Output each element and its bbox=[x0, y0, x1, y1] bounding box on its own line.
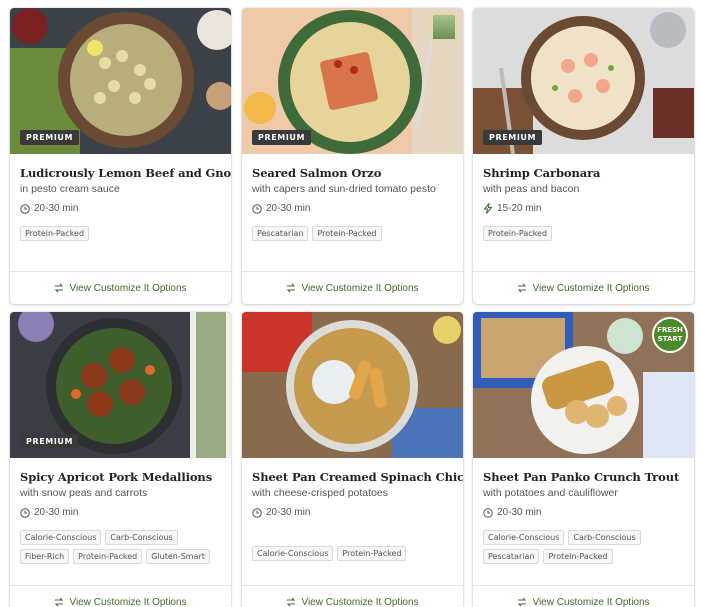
fresh-start-badge: FRESH START bbox=[652, 317, 688, 353]
cook-time: 15-20 min bbox=[483, 203, 684, 214]
customize-options-link[interactable]: View Customize It Options bbox=[10, 271, 231, 304]
recipe-card[interactable]: PREMIUM Spicy Apricot Pork Medallions wi… bbox=[10, 312, 231, 607]
recipe-card[interactable]: PREMIUM Seared Salmon Orzo with capers a… bbox=[242, 8, 463, 304]
recipe-card-body: Seared Salmon Orzo with capers and sun-d… bbox=[242, 154, 463, 271]
cook-time-label: 20-30 min bbox=[34, 203, 79, 214]
tag: Protein-Packed bbox=[312, 226, 382, 241]
tag-list: Protein-Packed bbox=[20, 226, 225, 241]
premium-badge: PREMIUM bbox=[483, 130, 543, 145]
recipe-photo[interactable]: PREMIUM bbox=[242, 8, 463, 154]
recipe-title[interactable]: Ludicrously Lemon Beef and Gnocchi bbox=[20, 166, 231, 180]
recipe-grid: PREMIUM Ludicrously Lemon Beef and Gnocc… bbox=[0, 0, 702, 607]
lightning-icon bbox=[483, 203, 493, 214]
recipe-subtitle: with potatoes and cauliflower bbox=[483, 487, 618, 499]
swap-icon bbox=[517, 283, 527, 293]
customize-options-link[interactable]: View Customize It Options bbox=[473, 585, 694, 607]
customize-options-link[interactable]: View Customize It Options bbox=[10, 585, 231, 607]
recipe-title[interactable]: Seared Salmon Orzo bbox=[252, 166, 453, 180]
tag: Gluten-Smart bbox=[146, 549, 210, 564]
swap-icon bbox=[517, 597, 527, 607]
customize-options-label: View Customize It Options bbox=[301, 596, 419, 607]
cook-time: 20-30 min bbox=[252, 507, 453, 518]
recipe-subtitle: with cheese-crisped potatoes bbox=[252, 487, 388, 499]
customize-options-label: View Customize It Options bbox=[532, 282, 650, 294]
swap-icon bbox=[286, 283, 296, 293]
clock-icon bbox=[252, 203, 262, 214]
tag: Pescatarian bbox=[483, 549, 540, 564]
customize-options-label: View Customize It Options bbox=[69, 282, 187, 294]
recipe-card[interactable]: Sheet Pan Creamed Spinach Chicken with c… bbox=[242, 312, 463, 607]
cook-time-label: 20-30 min bbox=[34, 507, 79, 518]
tag: Calorie-Conscious bbox=[483, 530, 565, 545]
recipe-title[interactable]: Sheet Pan Creamed Spinach Chicken bbox=[252, 470, 463, 484]
recipe-subtitle: with peas and bacon bbox=[483, 183, 580, 195]
clock-icon bbox=[483, 507, 493, 518]
recipe-title[interactable]: Spicy Apricot Pork Medallions bbox=[20, 470, 221, 484]
cook-time-label: 20-30 min bbox=[266, 203, 311, 214]
cook-time: 20-30 min bbox=[252, 203, 453, 214]
tag-list: Pescatarian Protein-Packed bbox=[252, 226, 457, 241]
recipe-photo[interactable]: FRESH START bbox=[473, 312, 694, 458]
tag-list: Calorie-Conscious Protein-Packed bbox=[252, 546, 457, 561]
customize-options-link[interactable]: View Customize It Options bbox=[242, 585, 463, 607]
customize-options-link[interactable]: View Customize It Options bbox=[473, 271, 694, 304]
clock-icon bbox=[20, 507, 30, 518]
customize-options-label: View Customize It Options bbox=[532, 596, 650, 607]
recipe-photo[interactable]: PREMIUM bbox=[10, 8, 231, 154]
tag: Protein-Packed bbox=[73, 549, 143, 564]
tag: Calorie-Conscious bbox=[252, 546, 334, 561]
premium-badge: PREMIUM bbox=[20, 434, 80, 449]
recipe-title[interactable]: Shrimp Carbonara bbox=[483, 166, 684, 180]
customize-options-label: View Customize It Options bbox=[301, 282, 419, 294]
swap-icon bbox=[54, 597, 64, 607]
tag: Carb-Conscious bbox=[105, 530, 178, 545]
customize-options-link[interactable]: View Customize It Options bbox=[242, 271, 463, 304]
tag-list: Calorie-Conscious Carb-Conscious Pescata… bbox=[483, 530, 688, 564]
recipe-card-body: Shrimp Carbonara with peas and bacon 15-… bbox=[473, 154, 694, 271]
recipe-photo[interactable] bbox=[242, 312, 463, 458]
recipe-subtitle: with snow peas and carrots bbox=[20, 487, 148, 499]
tag-list: Protein-Packed bbox=[483, 226, 688, 241]
customize-options-label: View Customize It Options bbox=[69, 596, 187, 607]
cook-time: 20-30 min bbox=[20, 203, 221, 214]
recipe-card[interactable]: PREMIUM Ludicrously Lemon Beef and Gnocc… bbox=[10, 8, 231, 304]
tag: Protein-Packed bbox=[543, 549, 613, 564]
tag: Protein-Packed bbox=[483, 226, 553, 241]
cook-time: 20-30 min bbox=[20, 507, 221, 518]
recipe-photo[interactable]: PREMIUM bbox=[473, 8, 694, 154]
swap-icon bbox=[286, 597, 296, 607]
tag: Protein-Packed bbox=[20, 226, 90, 241]
tag: Carb-Conscious bbox=[568, 530, 641, 545]
recipe-card[interactable]: PREMIUM Shrimp Carbonara with peas and b… bbox=[473, 8, 694, 304]
tag: Fiber-Rich bbox=[20, 549, 70, 564]
cook-time: 20-30 min bbox=[483, 507, 684, 518]
swap-icon bbox=[54, 283, 64, 293]
recipe-card[interactable]: FRESH START Sheet Pan Panko Crunch Trout… bbox=[473, 312, 694, 607]
clock-icon bbox=[20, 203, 30, 214]
tag: Calorie-Conscious bbox=[20, 530, 102, 545]
recipe-title[interactable]: Sheet Pan Panko Crunch Trout bbox=[483, 470, 684, 484]
tag: Protein-Packed bbox=[337, 546, 407, 561]
premium-badge: PREMIUM bbox=[252, 130, 312, 145]
clock-icon bbox=[252, 507, 262, 518]
recipe-card-body: Ludicrously Lemon Beef and Gnocchi in pe… bbox=[10, 154, 231, 271]
recipe-photo-art bbox=[242, 312, 463, 458]
cook-time-label: 15-20 min bbox=[497, 203, 542, 214]
tag-list: Calorie-Conscious Carb-Conscious Fiber-R… bbox=[20, 530, 225, 564]
recipe-card-body: Sheet Pan Creamed Spinach Chicken with c… bbox=[242, 458, 463, 575]
premium-badge: PREMIUM bbox=[20, 130, 80, 145]
recipe-photo[interactable]: PREMIUM bbox=[10, 312, 231, 458]
tag: Pescatarian bbox=[252, 226, 309, 241]
cook-time-label: 20-30 min bbox=[266, 507, 311, 518]
recipe-subtitle: in pesto cream sauce bbox=[20, 183, 120, 195]
cook-time-label: 20-30 min bbox=[497, 507, 542, 518]
recipe-card-body: Spicy Apricot Pork Medallions with snow … bbox=[10, 458, 231, 575]
recipe-subtitle: with capers and sun-dried tomato pesto bbox=[252, 183, 436, 195]
chef-avatar bbox=[431, 13, 457, 41]
recipe-card-body: Sheet Pan Panko Crunch Trout with potato… bbox=[473, 458, 694, 575]
